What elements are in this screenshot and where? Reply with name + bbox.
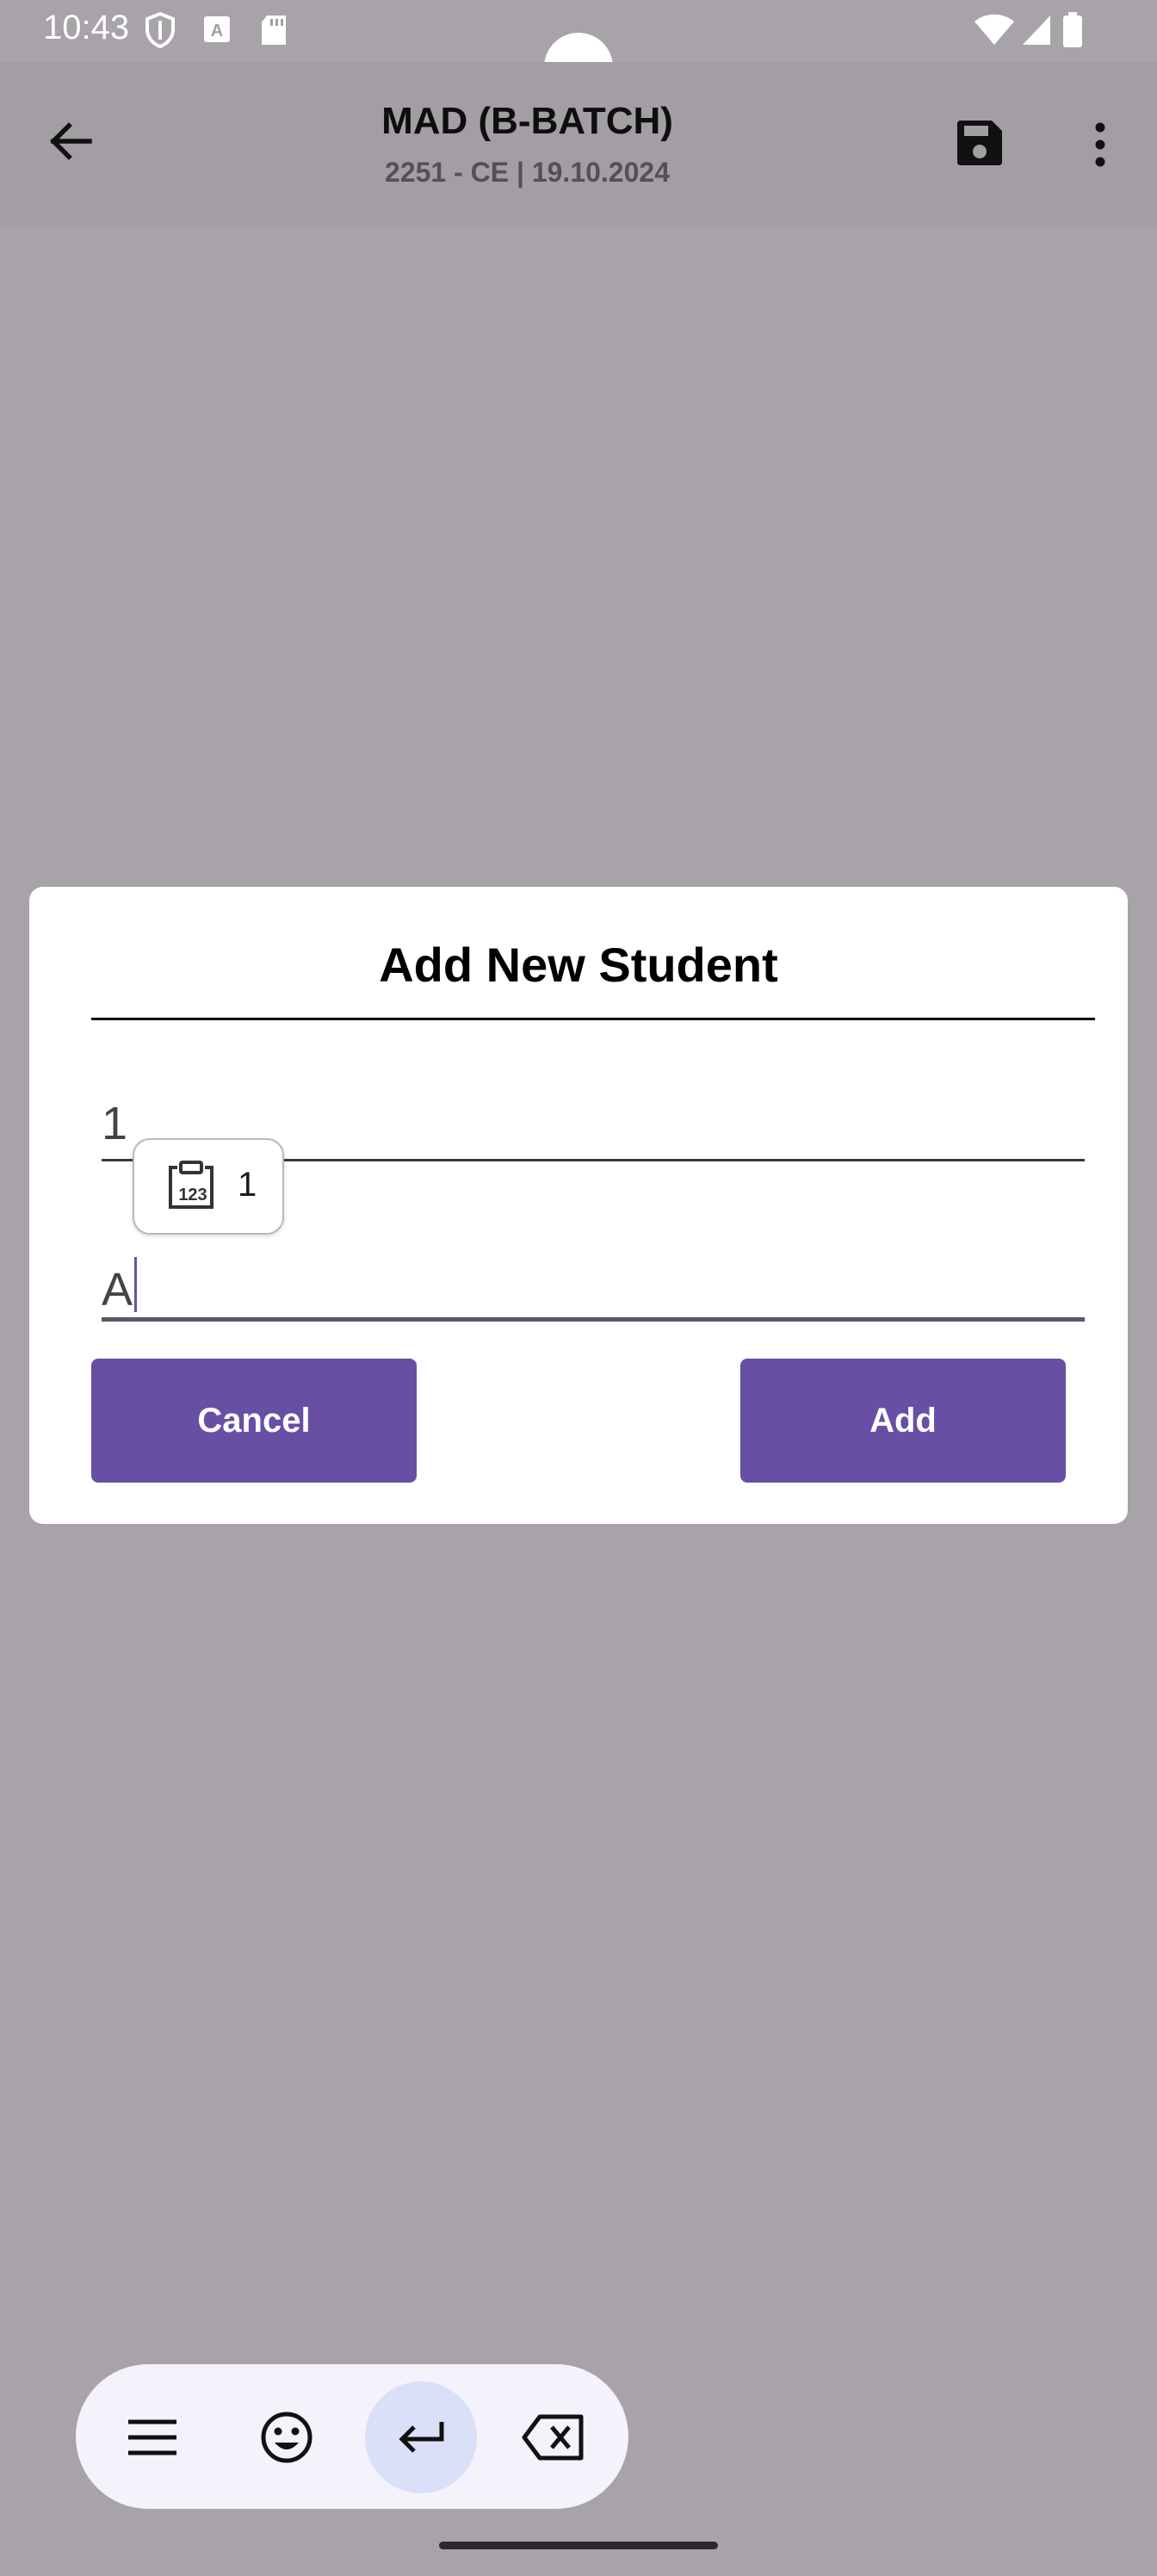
home-indicator[interactable] <box>439 2542 718 2549</box>
save-icon[interactable] <box>954 117 1005 173</box>
cancel-button[interactable]: Cancel <box>91 1359 417 1483</box>
roll-number-value: 1 <box>102 1098 128 1149</box>
shield-icon <box>145 11 176 53</box>
backspace-icon[interactable] <box>498 2381 609 2493</box>
enter-icon[interactable] <box>365 2381 477 2493</box>
text-cursor <box>134 1257 138 1312</box>
add-button[interactable]: Add <box>740 1359 1066 1483</box>
page-subtitle: 2251 - CE | 19.10.2024 <box>385 157 670 188</box>
battery-icon <box>1062 12 1083 53</box>
page-title: MAD (B-BATCH) <box>381 100 673 142</box>
more-vert-icon[interactable] <box>1085 121 1116 173</box>
menu-icon[interactable] <box>96 2381 208 2493</box>
student-name-value: A <box>102 1257 138 1316</box>
text-a-icon: A <box>203 15 231 47</box>
svg-text:A: A <box>211 22 223 40</box>
clipboard-numbers-icon: 123 <box>167 1161 215 1215</box>
signal-icon <box>1021 14 1052 51</box>
app-bar: MAD (B-BATCH) 2251 - CE | 19.10.2024 <box>0 62 1157 227</box>
wifi-icon <box>973 14 1016 51</box>
clipboard-suggestion-chip[interactable]: 123 1 <box>133 1138 284 1235</box>
dialog-title: Add New Student <box>379 938 778 992</box>
sd-card-icon <box>260 14 288 51</box>
keyboard-toolbar <box>76 2364 628 2509</box>
student-name-underline <box>102 1317 1085 1322</box>
student-name-field[interactable]: A <box>102 1248 1085 1343</box>
clipboard-suggestion-text: 1 <box>238 1166 257 1204</box>
title-divider <box>91 1018 1095 1020</box>
svg-text:123: 123 <box>178 1186 207 1204</box>
status-time: 10:43 <box>43 9 130 46</box>
emoji-icon[interactable] <box>231 2381 343 2493</box>
